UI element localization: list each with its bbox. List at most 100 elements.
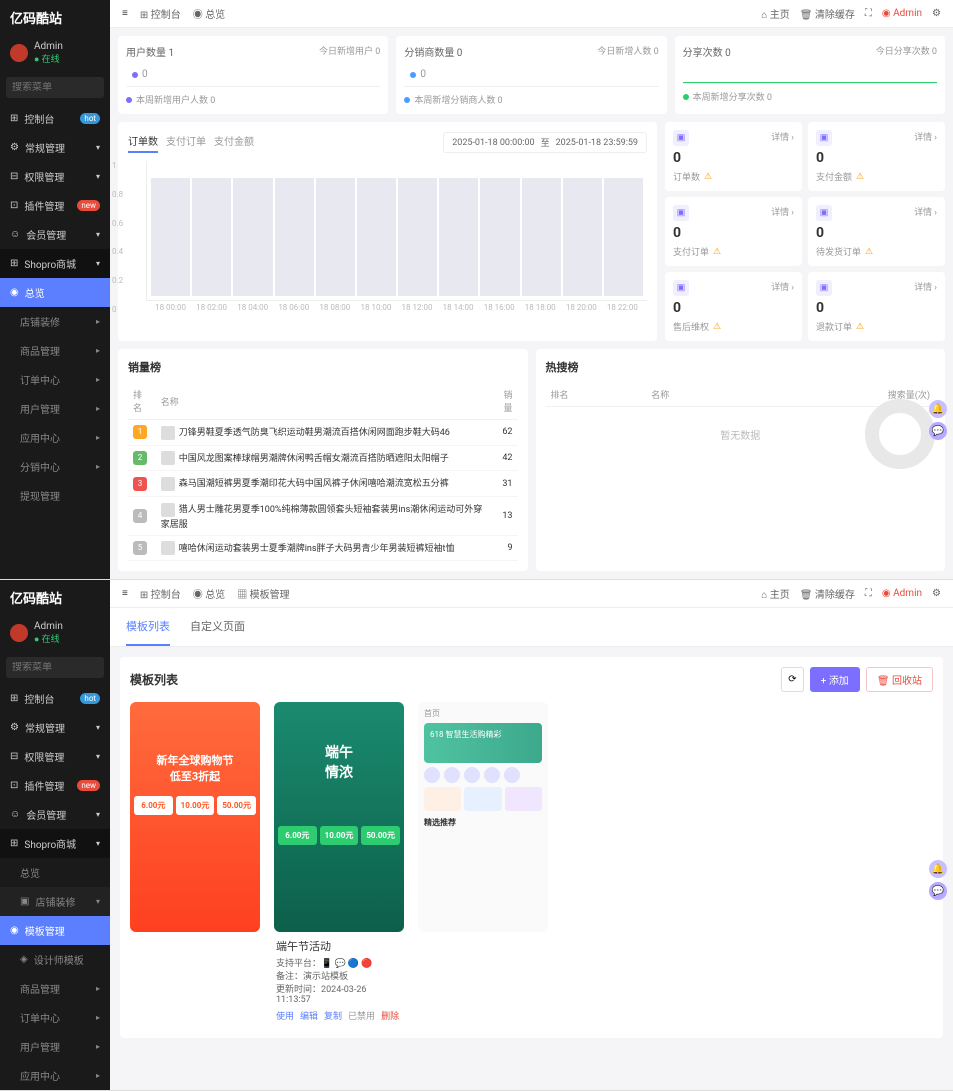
sidebar: 亿码酷站 Admin ● 在线 🔍 ⊞控制台hot ⚙常规管理▾ ⊟权限管理▾ … — [0, 0, 110, 579]
table-row[interactable]: 1刀锋男鞋夏季透气防臭飞织运动鞋男潮流百搭休闲网面跑步鞋大码4662 — [128, 420, 518, 446]
menu-toggle-icon[interactable]: ≡ — [122, 588, 128, 599]
crumb-console[interactable]: ⊞ 控制台 — [140, 6, 181, 21]
section-title: 模板列表 — [130, 671, 178, 688]
hot-search-card: 热搜榜 排名 名称 搜索量(次) 暂无数据 — [536, 349, 946, 571]
template-card[interactable]: 首页 618 智慧生活购精彩 精选推荐 — [418, 702, 548, 1028]
menu-template[interactable]: ◉模板管理 — [0, 916, 110, 945]
nav-clear-cache[interactable]: 🗑 清除缓存 — [800, 586, 855, 601]
add-button[interactable]: + 添加 — [810, 667, 860, 692]
table-row[interactable]: 3森马国潮短裤男夏季潮印花大码中国风裤子休闲嘻哈潮流宽松五分裤31 — [128, 471, 518, 497]
menu-toggle-icon[interactable]: ≡ — [122, 8, 128, 19]
fullscreen-icon[interactable]: ⛶ — [865, 8, 872, 19]
mini-card[interactable]: ▣详情 ›0订单数 ⚠ — [665, 122, 802, 191]
template-card[interactable]: 端午情浓 6.00元 10.00元 50.00元 端午节活动 支持平台：📱 💬 … — [274, 702, 404, 1028]
chart-tab-paid[interactable]: 支付订单 — [166, 133, 206, 153]
menu-withdraw[interactable]: 提现管理 — [0, 481, 110, 510]
sales-table: 排名 名称 销量 1刀锋男鞋夏季透气防臭飞织运动鞋男潮流百搭休闲网面跑步鞋大码4… — [128, 383, 518, 561]
float-chat-icon[interactable]: 💬 — [929, 422, 947, 440]
mini-cards-grid: ▣详情 ›0订单数 ⚠▣详情 ›0支付金额 ⚠▣详情 ›0支付订单 ⚠▣详情 ›… — [665, 122, 945, 341]
bar-area — [146, 161, 647, 301]
menu-permission[interactable]: ⊟权限管理▾ — [0, 162, 110, 191]
recycle-button[interactable]: 🗑 回收站 — [866, 667, 933, 692]
page-tabs: 模板列表 自定义页面 — [110, 608, 953, 647]
menu-shopro[interactable]: ⊞Shopro商城▾ — [0, 249, 110, 278]
avatar — [10, 624, 28, 642]
menu-user-mgmt[interactable]: 用户管理▸ — [0, 1032, 110, 1061]
menu-shopro[interactable]: ⊞Shopro商城▾ — [0, 829, 110, 858]
menu-search[interactable]: 🔍 — [6, 77, 104, 98]
menu-overview[interactable]: ◉总览 — [0, 278, 110, 307]
op-delete[interactable]: 删除 — [381, 1009, 399, 1022]
tab-template-list[interactable]: 模板列表 — [126, 608, 170, 646]
op-use[interactable]: 使用 — [276, 1009, 294, 1022]
table-row[interactable]: 2中国风龙图案棒球帽男潮牌休闲鸭舌帽女潮流百搭防晒遮阳太阳帽子42 — [128, 445, 518, 471]
sales-rank-card: 销量榜 排名 名称 销量 1刀锋男鞋夏季透气防臭飞织运动鞋男潮流百搭休闲网面跑步… — [118, 349, 528, 571]
crumb-console[interactable]: ⊞ 控制台 — [140, 586, 181, 601]
op-disable[interactable]: 已禁用 — [348, 1009, 375, 1022]
menu-app-center[interactable]: 应用中心▸ — [0, 1061, 110, 1090]
settings-icon[interactable]: ⚙ — [932, 8, 941, 19]
y-axis: 10.80.60.40.20 — [112, 161, 123, 314]
date-range-picker[interactable]: 2025-01-18 00:00:00 至 2025-01-18 23:59:5… — [443, 132, 647, 153]
menu-dist-center[interactable]: 分销中心▸ — [0, 452, 110, 481]
refresh-button[interactable]: ⟳ — [781, 667, 803, 692]
mini-card[interactable]: ▣详情 ›0待发货订单 ⚠ — [808, 197, 945, 266]
crumb-overview[interactable]: ◉ 总览 — [193, 586, 225, 601]
brand-logo: 亿码酷站 — [0, 0, 110, 35]
menu-designer[interactable]: ◈ 设计师模板 — [0, 945, 110, 974]
menu-order[interactable]: 订单中心▸ — [0, 365, 110, 394]
menu-app-center[interactable]: 应用中心▸ — [0, 423, 110, 452]
tab-custom-page[interactable]: 自定义页面 — [190, 608, 245, 646]
nav-home[interactable]: ⌂ 主页 — [761, 586, 790, 601]
float-chat-icon[interactable]: 💬 — [929, 882, 947, 900]
menu-overview[interactable]: 总览 — [0, 858, 110, 887]
float-bell-icon[interactable]: 🔔 — [929, 400, 947, 418]
topbar: ≡ ⊞ 控制台 ◉ 总览 ⌂ 主页 🗑 清除缓存 ⛶ ◉ Admin ⚙ — [110, 0, 953, 28]
menu-shop-decor[interactable]: ▣ 店铺装修▾ — [0, 887, 110, 916]
stat-dist: 分销商数量 0 今日新增人数 0 0 本周新增分销商人数 0 — [396, 36, 666, 114]
op-copy[interactable]: 复制 — [324, 1009, 342, 1022]
user-block[interactable]: Admin ● 在线 — [0, 35, 110, 71]
topbar: ≡ ⊞ 控制台 ◉ 总览 ▦ 模板管理 ⌂ 主页 🗑 清除缓存 ⛶ ◉ Admi… — [110, 580, 953, 608]
fullscreen-icon[interactable]: ⛶ — [865, 588, 872, 599]
menu-member[interactable]: ☺会员管理▾ — [0, 800, 110, 829]
sidebar: 亿码酷站 Admin ● 在线 🔍 ⊞控制台hot ⚙常规管理▾ ⊟权限管理▾ … — [0, 580, 110, 1090]
mini-card[interactable]: ▣详情 ›0支付订单 ⚠ — [665, 197, 802, 266]
table-row[interactable]: 5嘻哈休闲运动套装男士夏季潮牌ins胖子大码男青少年男装短裤短袖t恤9 — [128, 535, 518, 561]
menu-member[interactable]: ☺会员管理▾ — [0, 220, 110, 249]
nav-clear-cache[interactable]: 🗑 清除缓存 — [800, 6, 855, 21]
stat-users: 用户数量 1 今日新增用户 0 0 本周新增用户人数 0 — [118, 36, 388, 114]
chart-tab-amount[interactable]: 支付金额 — [214, 133, 254, 153]
nav-admin[interactable]: ◉ Admin — [882, 588, 922, 599]
settings-icon[interactable]: ⚙ — [932, 588, 941, 599]
menu-user-mgmt[interactable]: 用户管理▸ — [0, 394, 110, 423]
chart-tab-orders[interactable]: 订单数 — [128, 133, 158, 153]
mini-card[interactable]: ▣详情 ›0退款订单 ⚠ — [808, 272, 945, 341]
menu-product[interactable]: 商品管理▸ — [0, 336, 110, 365]
menu-order[interactable]: 订单中心▸ — [0, 1003, 110, 1032]
crumb-template[interactable]: ▦ 模板管理 — [237, 586, 289, 601]
menu-console[interactable]: ⊞控制台hot — [0, 684, 110, 713]
menu-permission[interactable]: ⊟权限管理▾ — [0, 742, 110, 771]
menu-shop-decor[interactable]: 店铺装修▸ — [0, 307, 110, 336]
order-chart: 订单数 支付订单 支付金额 2025-01-18 00:00:00 至 2025… — [118, 122, 657, 341]
user-name: Admin — [34, 41, 63, 52]
nav-admin[interactable]: ◉ Admin — [882, 8, 922, 19]
menu-plugin[interactable]: ⊡插件管理new — [0, 191, 110, 220]
ring-chart — [865, 399, 935, 469]
menu-general[interactable]: ⚙常规管理▾ — [0, 713, 110, 742]
stat-share: 分享次数 0 今日分享次数 0 本周新增分享次数 0 — [675, 36, 945, 114]
nav-home[interactable]: ⌂ 主页 — [761, 6, 790, 21]
float-bell-icon[interactable]: 🔔 — [929, 860, 947, 878]
menu-search[interactable]: 🔍 — [6, 657, 104, 678]
template-card[interactable]: 新年全球购物节低至3折起 6.00元 10.00元 50.00元 — [130, 702, 260, 1028]
menu-general[interactable]: ⚙常规管理▾ — [0, 133, 110, 162]
menu-plugin[interactable]: ⊡插件管理new — [0, 771, 110, 800]
mini-card[interactable]: ▣详情 ›0支付金额 ⚠ — [808, 122, 945, 191]
crumb-overview[interactable]: ◉ 总览 — [193, 6, 225, 21]
mini-card[interactable]: ▣详情 ›0售后维权 ⚠ — [665, 272, 802, 341]
menu-console[interactable]: ⊞控制台hot — [0, 104, 110, 133]
table-row[interactable]: 4猎人男士雕花男夏季100%纯棉薄款圆领套头短袖套装男ins潮休闲运动可外穿家居… — [128, 496, 518, 535]
op-edit[interactable]: 编辑 — [300, 1009, 318, 1022]
menu-product[interactable]: 商品管理▸ — [0, 974, 110, 1003]
